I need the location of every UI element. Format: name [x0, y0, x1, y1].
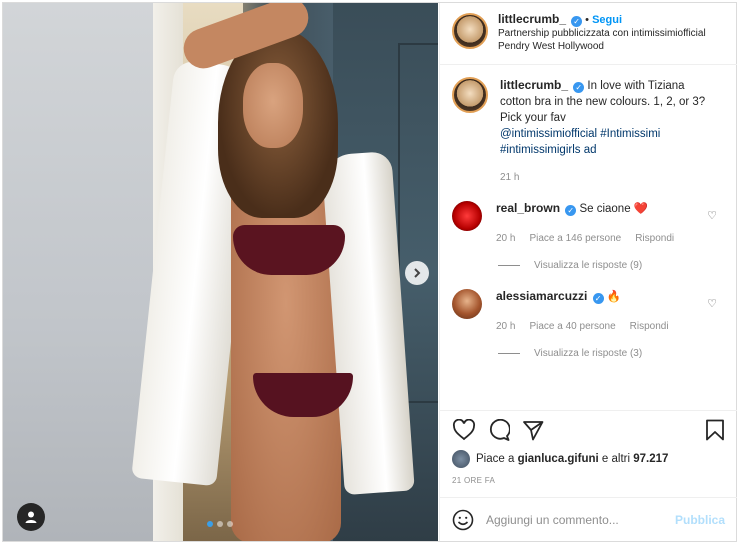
location-link[interactable]: Pendry West Hollywood [498, 40, 706, 53]
emoji-icon[interactable] [452, 509, 474, 531]
reply-button[interactable]: Rispondi [630, 319, 669, 334]
partnership-label[interactable]: Partnership pubblicizzata con intimissim… [498, 27, 706, 40]
user-tag-icon [25, 511, 37, 523]
carousel-dot [227, 521, 233, 527]
comments-list[interactable]: littlecrumb_ ✓ In love with Tiziana cott… [440, 65, 737, 410]
comment-like-heart-icon[interactable]: ♡ [707, 297, 717, 310]
carousel-dot [207, 521, 213, 527]
follow-button[interactable]: Segui [592, 14, 622, 26]
view-replies-label: Visualizza le risposte (9) [534, 260, 643, 271]
author-username[interactable]: littlecrumb_ [498, 12, 566, 26]
post-side-panel: littlecrumb_ ✓ • Segui Partnership pubbl… [439, 3, 737, 541]
photo-bra [233, 225, 345, 275]
likes-suffix: e altri [601, 453, 631, 465]
comment-emoji: 🔥 [606, 291, 622, 303]
post-header: littlecrumb_ ✓ • Segui Partnership pubbl… [440, 3, 737, 65]
verified-badge-icon: ✓ [592, 293, 604, 304]
likes-count[interactable]: 97.217 [633, 453, 668, 465]
post-photo[interactable] [3, 3, 438, 541]
heart-icon[interactable] [452, 418, 476, 441]
carousel-dots [207, 521, 233, 527]
liker-username[interactable]: gianluca.gifuni [518, 453, 599, 465]
comment-icon[interactable] [488, 418, 510, 441]
comment-likes[interactable]: Piace a 40 persone [529, 319, 615, 334]
user-tag-button[interactable] [17, 503, 45, 531]
share-icon[interactable] [522, 419, 544, 441]
follow-separator: • [585, 14, 589, 26]
post-dialog: littlecrumb_ ✓ • Segui Partnership pubbl… [2, 2, 737, 542]
likes-summary[interactable]: Piace a gianluca.gifuni e altri 97.217 [440, 448, 737, 470]
view-replies-label: Visualizza le risposte (3) [534, 348, 643, 359]
photo-wall [3, 3, 153, 541]
comment-time[interactable]: 20 h [496, 319, 515, 334]
caption-username[interactable]: littlecrumb_ [500, 78, 568, 92]
comment-username[interactable]: real_brown [496, 201, 560, 215]
comment-avatar[interactable] [452, 289, 482, 319]
post-actions [440, 410, 737, 448]
replies-divider [498, 265, 520, 266]
photo-face [243, 63, 303, 148]
replies-divider [498, 353, 520, 354]
next-slide-button[interactable] [405, 261, 429, 285]
comment-item: alessiamarcuzzi ✓ 🔥 20 h Piace a 40 pers… [452, 289, 725, 334]
comment-avatar[interactable] [452, 201, 482, 231]
chevron-right-icon [414, 268, 421, 278]
verified-badge-icon: ✓ [573, 82, 585, 93]
view-replies-button[interactable]: Visualizza le risposte (3) [498, 348, 725, 359]
bookmark-icon[interactable] [705, 419, 725, 441]
verified-badge-icon: ✓ [565, 205, 577, 216]
reply-button[interactable]: Rispondi [635, 231, 674, 246]
caption-tags-line1[interactable]: @intimissimiofficial #Intimissimi [500, 128, 660, 140]
author-avatar[interactable] [452, 13, 488, 49]
comment-emoji: ❤️ [633, 203, 649, 215]
comment-like-heart-icon[interactable]: ♡ [707, 209, 717, 222]
caption-time[interactable]: 21 h [500, 172, 725, 183]
publish-button[interactable]: Pubblica [675, 513, 725, 527]
caption-tags-line2[interactable]: #intimissimigirls ad [500, 144, 597, 156]
liker-avatar [452, 450, 470, 468]
add-comment-bar: Pubblica [440, 497, 737, 541]
comment-likes[interactable]: Piace a 146 persone [529, 231, 621, 246]
comment-username[interactable]: alessiamarcuzzi [496, 289, 587, 303]
comment-item: real_brown ✓ Se ciaone ❤️ 20 h Piace a 1… [452, 201, 725, 246]
carousel-dot [217, 521, 223, 527]
caption-avatar[interactable] [452, 77, 488, 113]
view-replies-button[interactable]: Visualizza le risposte (9) [498, 260, 725, 271]
posted-time[interactable]: 21 ORE FA [440, 470, 737, 492]
verified-badge-icon: ✓ [571, 16, 583, 27]
comment-time[interactable]: 20 h [496, 231, 515, 246]
comment-text: Se ciaone [579, 203, 631, 215]
likes-prefix: Piace a [476, 453, 515, 465]
post-caption: littlecrumb_ ✓ In love with Tiziana cott… [452, 77, 725, 158]
comment-input[interactable] [486, 512, 675, 527]
